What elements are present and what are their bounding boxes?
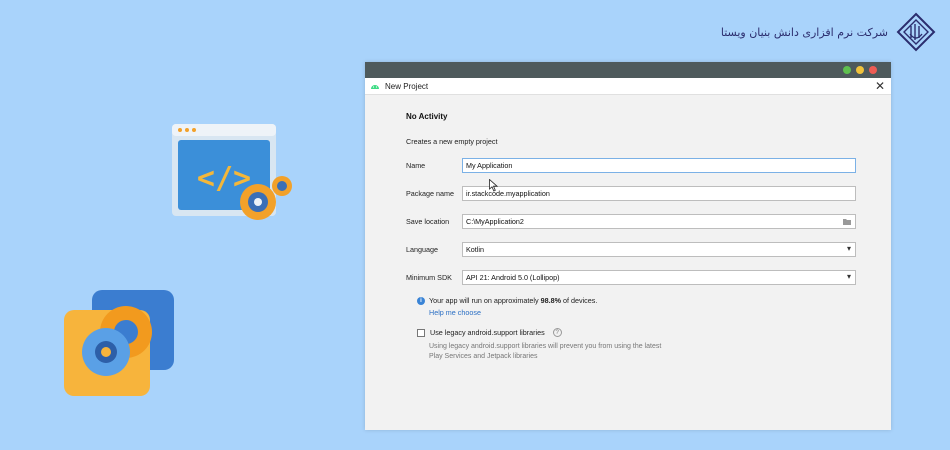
package-row: Package name ir.stackcode.myapplication xyxy=(406,186,856,201)
help-icon[interactable]: ? xyxy=(552,328,562,337)
dialog-header: New Project ✕ xyxy=(365,78,891,95)
device-coverage-info: i Your app will run on approximately 98.… xyxy=(417,296,597,305)
legacy-label: Use legacy android.support libraries xyxy=(430,328,545,337)
chevron-down-icon: ▾ xyxy=(846,272,851,281)
code-window-icon: </> xyxy=(172,124,292,220)
chevron-down-icon: ▾ xyxy=(846,244,851,253)
mouse-cursor-icon xyxy=(489,179,498,192)
settings-gear-icon xyxy=(64,290,174,396)
maximize-button[interactable] xyxy=(843,66,851,74)
help-me-choose-link[interactable]: Help me choose xyxy=(429,308,481,317)
min-sdk-label: Minimum SDK xyxy=(406,273,452,282)
language-select[interactable]: Kotlin ▾ xyxy=(462,242,856,257)
min-sdk-row: Minimum SDK API 21: Android 5.0 (Lollipo… xyxy=(406,270,856,285)
project-form: No Activity Creates a new empty project … xyxy=(406,112,856,285)
svg-text:</>: </> xyxy=(197,161,251,196)
package-name-input[interactable]: ir.stackcode.myapplication xyxy=(462,186,856,201)
min-sdk-value: API 21: Android 5.0 (Lollipop) xyxy=(466,273,560,282)
language-label: Language xyxy=(406,245,438,254)
dialog-title: New Project xyxy=(385,81,429,91)
close-window-button[interactable] xyxy=(869,66,877,74)
min-sdk-select[interactable]: API 21: Android 5.0 (Lollipop) ▾ xyxy=(462,270,856,285)
brand-name: شرکت نرم افزاری دانش بنیان ویستا xyxy=(720,25,888,39)
legacy-support-option: Use legacy android.support libraries ? xyxy=(417,328,562,337)
name-label: Name xyxy=(406,161,426,170)
info-icon: i xyxy=(417,296,425,305)
template-heading: No Activity xyxy=(406,112,448,121)
window-titlebar xyxy=(365,62,891,78)
save-location-value: C:\MyApplication2 xyxy=(466,217,524,226)
save-location-label: Save location xyxy=(406,217,450,226)
close-icon[interactable]: ✕ xyxy=(875,79,885,93)
name-input[interactable]: My Application xyxy=(462,158,856,173)
package-label: Package name xyxy=(406,189,454,198)
android-icon xyxy=(371,85,379,89)
minimize-button[interactable] xyxy=(856,66,864,74)
name-row: Name My Application xyxy=(406,158,856,173)
window-controls xyxy=(843,66,877,74)
save-location-input[interactable]: C:\MyApplication2 xyxy=(462,214,856,229)
coverage-percent: 98.8% xyxy=(540,296,561,305)
coverage-text: Your app will run on approximately 98.8%… xyxy=(429,296,598,305)
new-project-window: New Project ✕ No Activity Creates a new … xyxy=(365,62,891,430)
legacy-checkbox[interactable] xyxy=(417,328,425,337)
folder-icon[interactable] xyxy=(843,218,851,225)
language-value: Kotlin xyxy=(466,245,484,254)
vista-logo-icon xyxy=(896,12,936,52)
save-location-row: Save location C:\MyApplication2 xyxy=(406,214,856,229)
language-row: Language Kotlin ▾ xyxy=(406,242,856,257)
template-description: Creates a new empty project xyxy=(406,137,498,146)
legacy-note: Using legacy android.support libraries w… xyxy=(429,343,662,360)
brand: شرکت نرم افزاری دانش بنیان ویستا xyxy=(721,12,936,52)
